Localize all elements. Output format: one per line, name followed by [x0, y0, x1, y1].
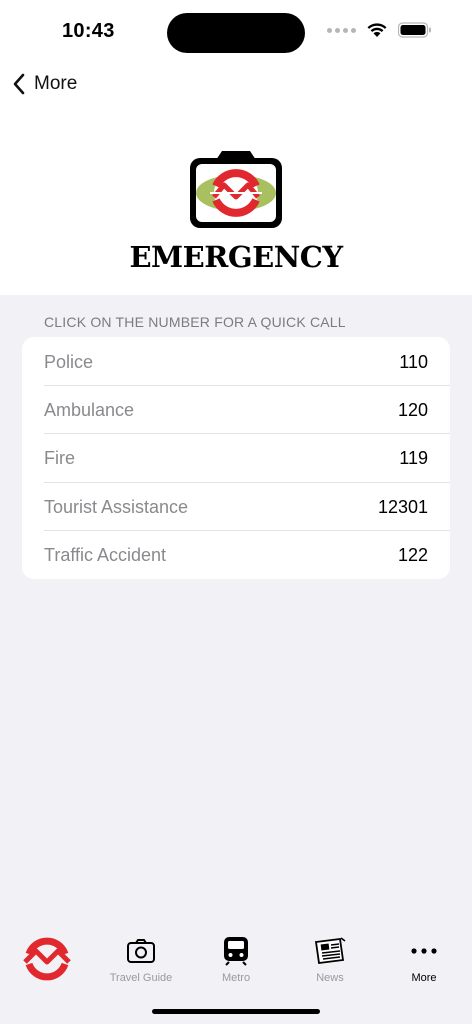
- tab-more[interactable]: More: [377, 934, 471, 994]
- tab-icon-wrap: [126, 934, 156, 968]
- tab-icon-wrap: [313, 934, 347, 968]
- camera-metro-logo-icon: [190, 151, 282, 228]
- back-button[interactable]: More: [12, 70, 77, 98]
- tab-travel-guide[interactable]: Travel Guide: [94, 934, 188, 994]
- contact-name: Police: [44, 351, 94, 372]
- dynamic-island: [167, 13, 305, 53]
- contact-row-ambulance[interactable]: Ambulance 120: [44, 386, 428, 434]
- contact-row-fire[interactable]: Fire 119: [44, 434, 428, 482]
- contact-number[interactable]: 120: [398, 400, 428, 421]
- contact-number[interactable]: 12301: [378, 497, 428, 518]
- section-header: CLICK ON THE NUMBER FOR A QUICK CALL: [44, 314, 346, 330]
- contact-name: Fire: [44, 447, 75, 468]
- emergency-contacts-list: Police 110 Ambulance 120 Fire 119 Touris…: [22, 337, 450, 579]
- contact-name: Tourist Assistance: [44, 496, 189, 517]
- newspaper-icon: [314, 937, 346, 965]
- tab-icon-wrap: [223, 934, 249, 968]
- contact-row-police[interactable]: Police 110: [44, 338, 428, 386]
- page-title: EMERGENCY: [129, 240, 343, 274]
- contact-number[interactable]: 122: [398, 545, 428, 566]
- contact-row-tourist-assistance[interactable]: Tourist Assistance 12301: [44, 483, 428, 531]
- contact-number[interactable]: 119: [399, 448, 428, 469]
- contact-number[interactable]: 110: [399, 352, 428, 373]
- back-label: More: [34, 73, 78, 94]
- contact-name: Traffic Accident: [44, 544, 167, 565]
- tab-metro[interactable]: Metro: [189, 934, 283, 994]
- cellular-signal-icon: [327, 27, 356, 33]
- more-dots-icon: [411, 948, 437, 954]
- tab-label: News: [316, 972, 344, 984]
- contact-row-traffic-accident[interactable]: Traffic Accident 122: [44, 531, 428, 579]
- home-indicator: [152, 1009, 320, 1014]
- status-time: 10:43: [62, 20, 115, 42]
- chevron-left-icon: [13, 73, 25, 95]
- metro-logo-icon: [23, 937, 71, 981]
- status-icons: [327, 22, 432, 38]
- tab-label: More: [411, 972, 437, 984]
- battery-icon: [398, 22, 431, 38]
- tab-icon-wrap: [410, 934, 438, 968]
- emergency-logo: [186, 148, 286, 232]
- wifi-icon: [367, 23, 387, 37]
- metro-train-icon: [224, 937, 248, 966]
- contact-name: Ambulance: [44, 399, 135, 420]
- tab-label: Metro: [221, 972, 251, 984]
- tab-label: Travel Guide: [109, 972, 173, 984]
- tab-home[interactable]: [20, 932, 74, 986]
- camera-icon: [127, 939, 155, 963]
- tab-news[interactable]: News: [283, 934, 377, 994]
